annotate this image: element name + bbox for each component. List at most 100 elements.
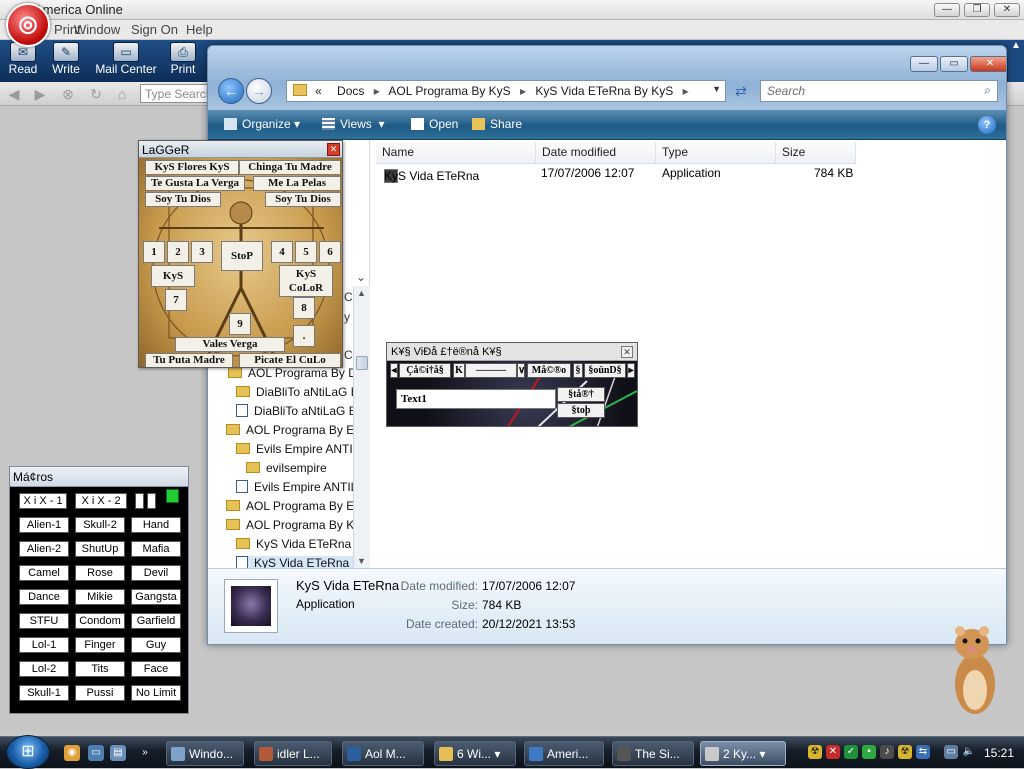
- tree-item[interactable]: Evils Empire ANTIL: [236, 442, 354, 461]
- tree-item[interactable]: evilsempire: [246, 461, 354, 480]
- macro-green-toggle[interactable]: [166, 489, 179, 503]
- views-button[interactable]: Views ▾: [322, 117, 385, 131]
- macro-button[interactable]: Mikie: [75, 589, 125, 605]
- write-button[interactable]: ✎ Write: [48, 42, 84, 76]
- stop-button[interactable]: StoP: [221, 241, 263, 271]
- kys-color-button[interactable]: KyS CoLoR: [279, 265, 333, 297]
- explorer-maximize-button[interactable]: ▭: [940, 56, 968, 72]
- search-icon[interactable]: ⌕: [984, 83, 991, 98]
- radiation-icon[interactable]: ☢: [808, 745, 822, 759]
- macro-button[interactable]: Guy: [131, 637, 181, 653]
- macro-button[interactable]: Skull-2: [75, 517, 125, 533]
- tree-item[interactable]: KyS Vida ETeRna E: [236, 537, 354, 556]
- taskbar-item-idler[interactable]: idler L...: [254, 741, 332, 766]
- button-5[interactable]: 5: [295, 241, 317, 263]
- aol-logo[interactable]: ◎: [6, 3, 50, 47]
- close-button[interactable]: ✕: [994, 3, 1020, 17]
- kys-stop-button[interactable]: §toþ: [557, 403, 605, 418]
- scroll-down-icon[interactable]: ▼: [357, 556, 366, 566]
- dot-button[interactable]: .: [293, 325, 315, 347]
- tree-item[interactable]: AOL Programa By Ex: [226, 499, 354, 518]
- menu-help[interactable]: Help: [186, 22, 213, 37]
- kys-dropdown-arrow[interactable]: ∨: [517, 363, 525, 378]
- button-4[interactable]: 4: [271, 241, 293, 263]
- me-la-pelas-button[interactable]: Me La Pelas: [253, 176, 341, 191]
- macro-button[interactable]: Lol-2: [19, 661, 69, 677]
- macro-button[interactable]: Mafia: [131, 541, 181, 557]
- macro-button[interactable]: Condom: [75, 613, 125, 629]
- tree-scrollbar[interactable]: ▲ ▼: [353, 286, 370, 568]
- radiation-icon[interactable]: ☢: [898, 745, 912, 759]
- macro-button[interactable]: Alien-1: [19, 517, 69, 533]
- kys-button[interactable]: KyS: [151, 265, 195, 287]
- tree-item[interactable]: Evils Empire ANTIL: [236, 480, 354, 499]
- explorer-minimize-button[interactable]: —: [910, 56, 938, 72]
- back-arrow-icon[interactable]: ◀: [6, 86, 22, 102]
- help-icon[interactable]: ?: [978, 116, 996, 134]
- chevron-down-icon[interactable]: ▼: [712, 84, 721, 94]
- open-button[interactable]: Open: [411, 117, 458, 131]
- macro-button[interactable]: Face: [131, 661, 181, 677]
- switch-windows-icon[interactable]: ▤: [110, 745, 126, 761]
- aol-search-input[interactable]: Type Search: [140, 84, 214, 103]
- soy-tu-dios-button-left[interactable]: Soy Tu Dios: [145, 192, 221, 207]
- lagger-close-button[interactable]: ✕: [327, 143, 340, 156]
- button-1[interactable]: 1: [143, 241, 165, 263]
- column-name[interactable]: Name: [376, 142, 536, 164]
- chinga-tu-madre-button[interactable]: Chinga Tu Madre: [239, 160, 341, 175]
- stop-icon[interactable]: ⊗: [60, 86, 76, 102]
- macro-button[interactable]: Tits: [75, 661, 125, 677]
- taskbar-item-windows[interactable]: Windo...: [166, 741, 244, 766]
- button-6[interactable]: 6: [319, 241, 341, 263]
- macro-button[interactable]: Gangsta: [131, 589, 181, 605]
- macro-button[interactable]: Garfield: [131, 613, 181, 629]
- quicklaunch-overflow-icon[interactable]: »: [140, 745, 150, 761]
- explorer-close-button[interactable]: ✕: [970, 56, 1006, 72]
- refresh-icon[interactable]: ⇄: [730, 80, 752, 102]
- column-date-modified[interactable]: Date modified: [536, 142, 656, 164]
- address-bar[interactable]: « Docs ▸ AOL Programa By KyS ▸ KyS Vida …: [286, 80, 726, 102]
- file-row[interactable]: KyS Vida ETeRna 17/07/2006 12:07 Applica…: [382, 163, 858, 183]
- kys-start-button[interactable]: §tå®†: [557, 387, 605, 402]
- show-desktop-icon[interactable]: ▭: [88, 745, 104, 761]
- column-size[interactable]: Size: [776, 142, 856, 164]
- kys-dropdown[interactable]: ―――: [465, 363, 517, 378]
- macro-button[interactable]: STFU: [19, 613, 69, 629]
- menu-window[interactable]: Window: [74, 22, 120, 37]
- macro-button[interactable]: Pussi: [75, 685, 125, 701]
- macro-button[interactable]: Devil: [131, 565, 181, 581]
- taskbar-item-the-sims[interactable]: The Si...: [612, 741, 694, 766]
- kys-s-button[interactable]: §: [573, 363, 583, 378]
- column-type[interactable]: Type: [656, 142, 776, 164]
- taskbar-item-kys[interactable]: 2 Ky... ▾: [700, 741, 786, 766]
- scrollbar-thumb[interactable]: [356, 356, 368, 370]
- tu-puta-madre-button[interactable]: Tu Puta Madre: [145, 353, 233, 367]
- breadcrumb-kys-vida[interactable]: KyS Vida ETeRna By KyS: [535, 84, 673, 98]
- kys-close-button[interactable]: ✕: [621, 346, 633, 358]
- kys-text-input[interactable]: Text1: [396, 389, 556, 409]
- explorer-search-input[interactable]: Search ⌕: [760, 80, 998, 102]
- breadcrumb-separator[interactable]: ▸: [374, 84, 380, 98]
- macro-small-button[interactable]: [135, 493, 144, 509]
- status-icon[interactable]: ▪: [862, 745, 876, 759]
- tree-item[interactable]: AOL Programa By Di: [228, 366, 354, 385]
- button-3[interactable]: 3: [191, 241, 213, 263]
- macro-button[interactable]: Lol-1: [19, 637, 69, 653]
- organize-button[interactable]: Organize ▾: [224, 117, 300, 131]
- clock[interactable]: 15:21: [984, 746, 1014, 760]
- macro-button[interactable]: Alien-2: [19, 541, 69, 557]
- read-button[interactable]: ✉ Read: [6, 42, 40, 76]
- music-icon[interactable]: ♪: [880, 745, 894, 759]
- tree-item[interactable]: AOL Programa By Ev: [226, 423, 354, 442]
- macro-button[interactable]: No Limit: [131, 685, 181, 701]
- macro-button[interactable]: Hand: [131, 517, 181, 533]
- kys-flores-button[interactable]: KyS Flores KyS: [145, 160, 239, 175]
- maximize-button[interactable]: ❐: [964, 3, 990, 17]
- mail-center-button[interactable]: ▭ Mail Center: [92, 42, 160, 76]
- macro-button[interactable]: Finger: [75, 637, 125, 653]
- macro-button[interactable]: Skull-1: [19, 685, 69, 701]
- chrome-icon[interactable]: ◉: [64, 745, 80, 761]
- kys-k-button[interactable]: K: [453, 363, 465, 378]
- vales-verga-button[interactable]: Vales Verga: [175, 337, 285, 352]
- scroll-up-icon[interactable]: ▲: [357, 288, 366, 298]
